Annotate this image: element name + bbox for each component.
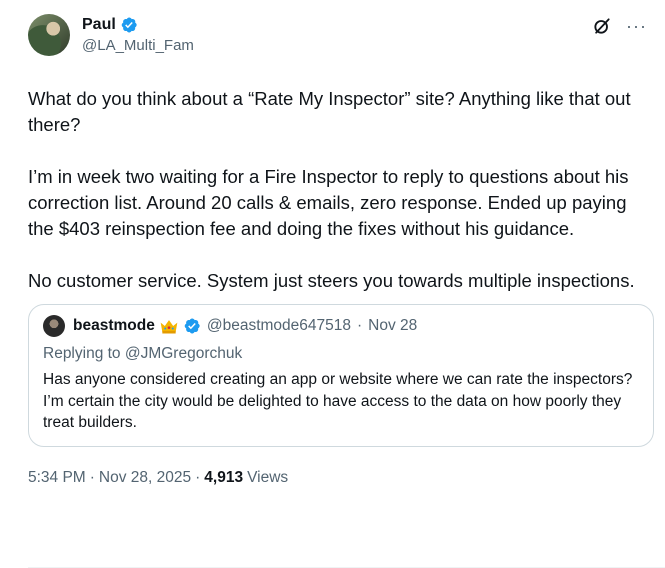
tweet: Paul @LA_Multi_Fam ··· What do you think…	[0, 0, 665, 568]
more-icon[interactable]: ···	[626, 17, 647, 35]
quoted-tweet-text: Has anyone considered creating an app or…	[43, 371, 633, 431]
quoted-tweet[interactable]: beastmode @beastmode647518 · Nov 28 Repl…	[28, 304, 654, 447]
author-handle[interactable]: @LA_Multi_Fam	[82, 37, 194, 54]
author-names: Paul @LA_Multi_Fam	[82, 15, 194, 54]
tweet-paragraph: No customer service. System just steers …	[28, 270, 635, 291]
quoted-separator: ·	[357, 317, 363, 334]
name-row: Paul	[82, 15, 194, 35]
tweet-footer: 5:34 PM · Nov 28, 2025 · 4,913 Views	[28, 469, 645, 487]
tweet-paragraph: What do you think about a “Rate My Inspe…	[28, 88, 631, 135]
tweet-actions: ···	[592, 16, 647, 36]
grok-icon[interactable]	[592, 16, 612, 36]
quoted-date[interactable]: Nov 28	[368, 317, 417, 335]
author-display-name[interactable]: Paul	[82, 16, 116, 34]
views-label[interactable]: Views	[247, 469, 288, 487]
tweet-header: Paul @LA_Multi_Fam	[28, 14, 645, 66]
footer-separator: ·	[195, 468, 201, 486]
tweet-text: What do you think about a “Rate My Inspe…	[28, 86, 648, 294]
tweet-date[interactable]: Nov 28, 2025	[99, 469, 191, 487]
avatar[interactable]	[28, 14, 70, 56]
views-count[interactable]: 4,913	[204, 469, 243, 487]
quoted-avatar[interactable]	[43, 315, 65, 337]
footer-separator: ·	[89, 468, 95, 486]
quoted-display-name[interactable]: beastmode	[73, 317, 155, 335]
crown-emoji-icon	[160, 320, 178, 334]
quoted-tweet-header: beastmode @beastmode647518 · Nov 28	[43, 315, 639, 337]
replying-to: Replying to @JMGregorchuk	[43, 345, 243, 362]
quoted-handle[interactable]: @beastmode647518	[207, 317, 351, 335]
tweet-paragraph: I’m in week two waiting for a Fire Inspe…	[28, 166, 629, 239]
verified-badge-icon[interactable]	[120, 16, 138, 34]
verified-badge-icon[interactable]	[183, 317, 201, 335]
tweet-time[interactable]: 5:34 PM	[28, 469, 86, 487]
